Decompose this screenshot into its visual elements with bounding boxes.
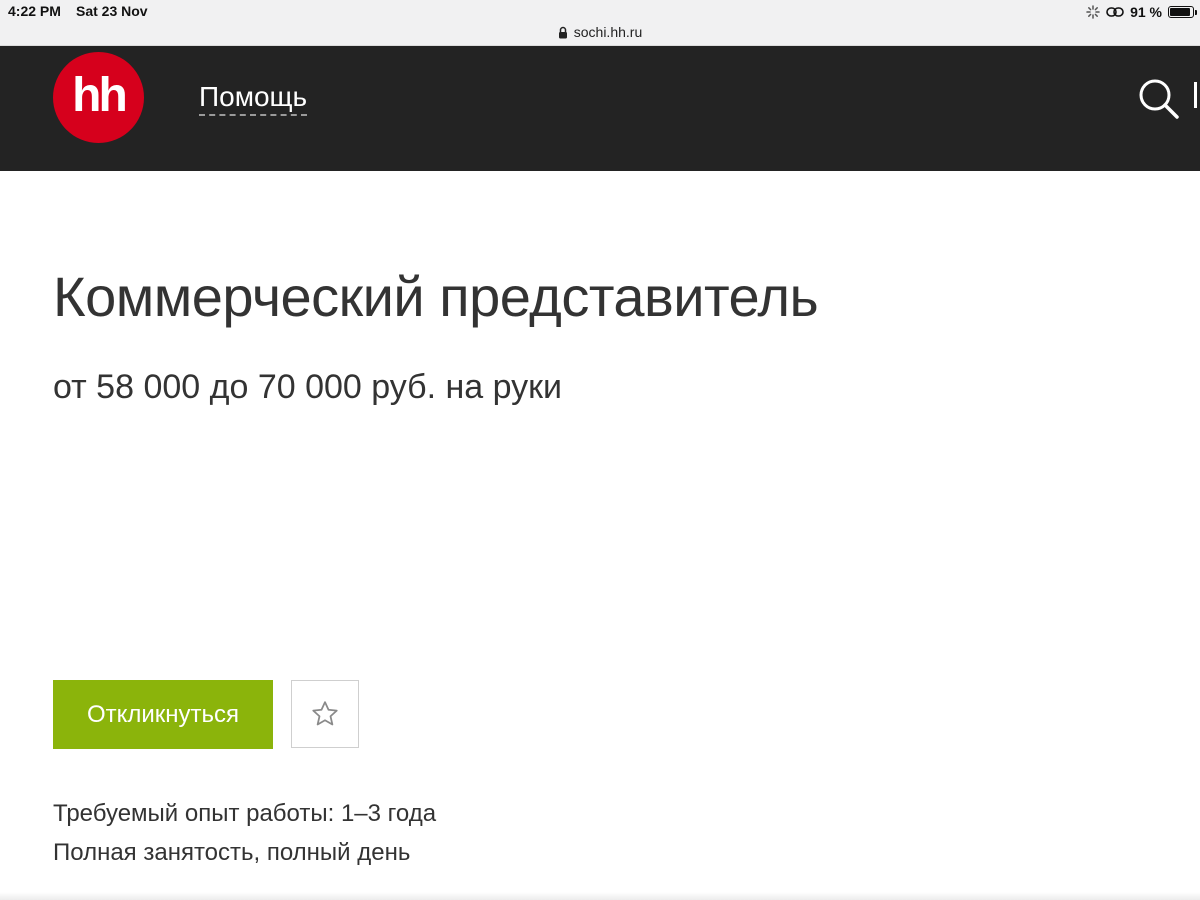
lock-icon <box>558 26 567 38</box>
vacancy-salary: от 58 000 до 70 000 руб. на руки <box>53 368 563 406</box>
activity-icon <box>1086 5 1100 19</box>
experience-info: Требуемый опыт работы: 1–3 года <box>53 800 437 827</box>
battery-icon <box>1168 6 1197 18</box>
status-bar: 4:22 PM Sat 23 Nov 91 % sochi.hh.ru <box>0 0 1200 46</box>
section-divider <box>0 892 1200 900</box>
search-icon[interactable] <box>1136 76 1180 120</box>
link-icon <box>1106 7 1124 17</box>
address-bar[interactable]: sochi.hh.ru <box>0 22 1200 42</box>
logo-text: hh <box>72 69 128 122</box>
url-text: sochi.hh.ru <box>573 24 643 40</box>
apply-button[interactable]: Откликнуться <box>53 680 273 749</box>
header-menu-partial[interactable] <box>1190 82 1200 112</box>
site-header: hh Помощь <box>0 46 1200 171</box>
employment-info: Полная занятость, полный день <box>53 839 411 866</box>
favorite-button[interactable] <box>291 680 359 748</box>
status-date: Sat 23 Nov <box>76 3 148 19</box>
vacancy-title: Коммерческий представитель <box>53 265 819 328</box>
battery-fill <box>1170 8 1191 16</box>
battery-percent: 91 % <box>1130 4 1162 20</box>
hh-logo[interactable]: hh <box>53 52 144 143</box>
status-time: 4:22 PM <box>8 3 61 19</box>
status-indicators: 91 % <box>1086 2 1197 22</box>
help-link[interactable]: Помощь <box>199 80 308 116</box>
star-icon <box>312 701 338 726</box>
